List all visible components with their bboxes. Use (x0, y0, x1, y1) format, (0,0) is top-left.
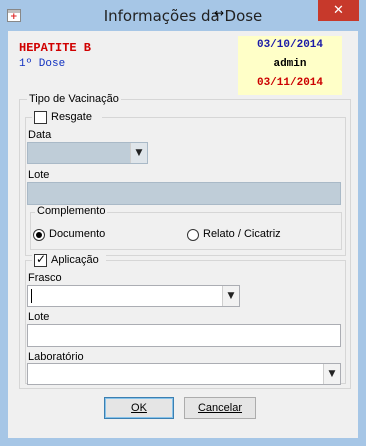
chevron-down-icon[interactable]: ▼ (323, 364, 340, 384)
info-box: 03/10/2014 admin 03/11/2014 (238, 36, 342, 95)
vaccination-type-title: Tipo de Vacinação (27, 93, 121, 106)
aplicacao-header: ✓ Aplicação (32, 253, 106, 268)
close-icon: ✕ (333, 3, 344, 18)
ok-button[interactable]: OK (104, 397, 174, 419)
documento-label: Documento (49, 228, 106, 240)
chevron-down-icon[interactable]: ▼ (130, 143, 147, 163)
relato-cicatriz-label: Relato / Cicatriz (203, 228, 281, 240)
aplicacao-label: Aplicação (51, 254, 99, 266)
complemento-title: Complemento (35, 205, 108, 218)
resgate-label: Resgate (51, 111, 92, 123)
resize-cursor-icon: ↔ (214, 6, 225, 20)
title-bar[interactable]: + Informações da Dose ↔ ✕ (0, 0, 366, 32)
user-name: admin (273, 58, 307, 70)
text-caret (31, 289, 32, 303)
data-label: Data (28, 129, 52, 141)
relato-cicatriz-radio[interactable] (187, 229, 199, 241)
dialog-body: HEPATITE B 1º Dose 03/10/2014 admin 03/1… (8, 31, 358, 438)
resgate-checkbox[interactable] (34, 111, 47, 124)
ok-label: OK (131, 402, 147, 414)
cancel-label: Cancelar (197, 402, 243, 414)
date-bottom: 03/11/2014 (256, 77, 323, 89)
dose-info-dialog: + Informações da Dose ↔ ✕ HEPATITE B 1º … (0, 0, 366, 446)
resgate-lote-field[interactable] (27, 182, 341, 205)
date-top: 03/10/2014 (256, 39, 323, 51)
radio-selected-dot (36, 232, 42, 238)
chevron-down-icon[interactable]: ▼ (222, 286, 239, 306)
cancel-button[interactable]: Cancelar (184, 397, 256, 419)
checkmark-icon: ✓ (36, 252, 47, 266)
window-title: Informações da Dose (103, 7, 263, 25)
documento-radio[interactable] (33, 229, 45, 241)
aplicacao-lote-field[interactable] (27, 324, 341, 347)
frasco-dropdown[interactable]: ▼ (27, 285, 240, 307)
aplicacao-checkbox[interactable]: ✓ (34, 252, 47, 267)
frasco-label: Frasco (28, 272, 62, 284)
laboratorio-dropdown[interactable]: ▼ (27, 363, 341, 385)
aplicacao-lote-label: Lote (28, 311, 50, 323)
resgate-lote-label: Lote (28, 169, 50, 181)
dose-number: 1º Dose (19, 58, 66, 70)
vaccine-name: HEPATITE B (19, 41, 92, 55)
resgate-header: Resgate (32, 110, 102, 125)
close-button[interactable]: ✕ (318, 0, 359, 21)
data-dropdown[interactable]: ▼ (27, 142, 148, 164)
